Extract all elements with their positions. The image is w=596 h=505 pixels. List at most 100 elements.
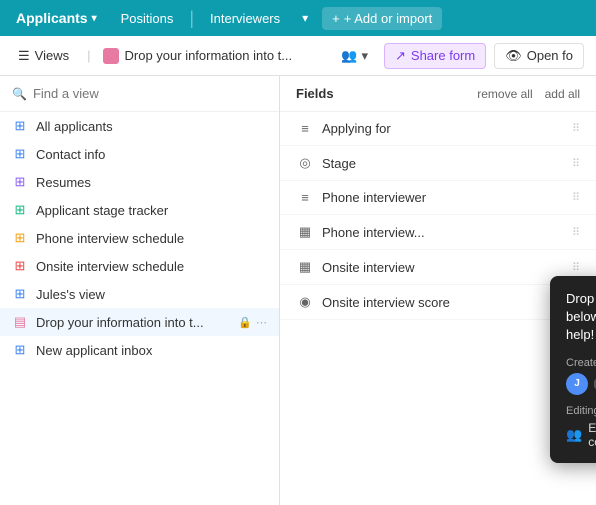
applicants-brand[interactable]: Applicants ▾ <box>8 6 105 30</box>
add-or-import-button[interactable]: + + Add or import <box>322 7 442 30</box>
circle-icon: ◎ <box>296 155 314 171</box>
search-input[interactable] <box>33 86 267 101</box>
field-label: Phone interview... <box>322 225 564 240</box>
sidebar-item-new-applicant-inbox[interactable]: ⊞ New applicant inbox <box>0 336 279 364</box>
sidebar-item-label: Jules's view <box>36 287 267 302</box>
field-label: Stage <box>322 156 564 171</box>
brand-chevron: ▾ <box>92 13 97 24</box>
sidebar-item-label: Onsite interview schedule <box>36 259 267 274</box>
sidebar-item-label: Applicant stage tracker <box>36 203 267 218</box>
sidebar-item-drop-info[interactable]: ▤ Drop your information into t... 🔒 ⋯ <box>0 308 279 336</box>
grid-icon: ⊞ <box>12 118 28 134</box>
views-label: Views <box>35 48 69 63</box>
grid-icon: ⊞ <box>12 202 28 218</box>
views-button[interactable]: ☰ Views <box>12 44 75 68</box>
share-icon: ↗ <box>395 48 406 64</box>
table-icon: ▦ <box>296 259 314 275</box>
list-icon: ≡ <box>296 121 314 136</box>
field-label: Onsite interview score <box>322 295 564 310</box>
sidebar-item-label: New applicant inbox <box>36 343 267 358</box>
sidebar: 🔍 ⊞ All applicants ⊞ Contact info ⊞ Resu… <box>0 76 280 505</box>
nav-tab-positions[interactable]: Positions <box>109 7 186 30</box>
nav-divider: | <box>189 8 194 29</box>
grid-icon: ⊞ <box>12 230 28 246</box>
nav-tab-interviewers[interactable]: Interviewers <box>198 7 292 30</box>
grid-icon: ⊞ <box>12 286 28 302</box>
drag-handle-icon[interactable]: ⠿ <box>572 191 580 204</box>
view-form-icon <box>103 48 119 64</box>
fields-header: Fields remove all add all <box>280 76 596 112</box>
field-label: Applying for <box>322 121 564 136</box>
people-icon: 👥 <box>566 427 582 443</box>
sidebar-item-applicant-stage-tracker[interactable]: ⊞ Applicant stage tracker <box>0 196 279 224</box>
collaborators-button[interactable]: 👥 ▾ <box>333 44 376 68</box>
main-layout: 🔍 ⊞ All applicants ⊞ Contact info ⊞ Resu… <box>0 76 596 505</box>
sidebar-item-label: Resumes <box>36 175 267 190</box>
sidebar-item-phone-interview-schedule[interactable]: ⊞ Phone interview schedule <box>0 224 279 252</box>
open-form-label: Open fo <box>527 48 573 63</box>
tooltip-editing-row: 👥 Everyone can edit the view configurati… <box>566 421 596 449</box>
eye-icon: 👁 <box>505 48 522 64</box>
user-avatar: J <box>566 373 588 395</box>
add-all-button[interactable]: add all <box>545 87 580 101</box>
toolbar-divider: | <box>87 48 90 63</box>
grid-icon: ⊞ <box>12 342 28 358</box>
drag-handle-icon[interactable]: ⠿ <box>572 261 580 274</box>
tooltip-popup: Drop your information into the form belo… <box>550 276 596 463</box>
share-form-label: Share form <box>411 48 475 63</box>
editing-label: Editing <box>566 405 596 417</box>
field-row-onsite-score: ◉ Onsite interview score ⠿ <box>280 285 596 320</box>
sidebar-item-contact-info[interactable]: ⊞ Contact info <box>0 140 279 168</box>
sidebar-search-area: 🔍 <box>0 76 279 112</box>
nav-more-dropdown[interactable]: ▾ <box>296 7 314 29</box>
sidebar-item-label: Phone interview schedule <box>36 231 267 246</box>
sidebar-item-label: All applicants <box>36 119 267 134</box>
circle-dot-icon: ◉ <box>296 294 314 310</box>
tooltip-editing-text: Everyone can edit the view configuration… <box>588 421 596 449</box>
plus-icon: + <box>332 11 340 26</box>
field-label: Onsite interview <box>322 260 564 275</box>
remove-all-button[interactable]: remove all <box>477 87 532 101</box>
open-form-button[interactable]: 👁 Open fo <box>494 43 584 69</box>
drag-handle-icon[interactable]: ⠿ <box>572 122 580 135</box>
sidebar-item-all-applicants[interactable]: ⊞ All applicants <box>0 112 279 140</box>
brand-label: Applicants <box>16 10 88 26</box>
field-label: Phone interviewer <box>322 190 564 205</box>
drag-handle-icon[interactable]: ⠿ <box>572 157 580 170</box>
fields-title: Fields <box>296 86 477 101</box>
field-row-applying-for: ≡ Applying for ⠿ <box>280 112 596 146</box>
field-row-stage: ◎ Stage ⠿ <box>280 146 596 181</box>
sidebar-item-jules-view[interactable]: ⊞ Jules's view <box>0 280 279 308</box>
sidebar-item-onsite-interview-schedule[interactable]: ⊞ Onsite interview schedule <box>0 252 279 280</box>
sidebar-item-resumes[interactable]: ⊞ Resumes <box>0 168 279 196</box>
created-by-label: Created by <box>566 357 596 369</box>
share-form-button[interactable]: ↗ Share form <box>384 43 486 69</box>
tooltip-title: Drop your information into the form belo… <box>566 290 596 345</box>
tooltip-user-row: J <box>566 373 596 395</box>
search-icon: 🔍 <box>12 87 27 101</box>
more-icon[interactable]: ⋯ <box>256 316 267 329</box>
grid-icon: ⊞ <box>12 174 28 190</box>
item-action-icons: 🔒 ⋯ <box>238 316 267 329</box>
table-icon: ▦ <box>296 224 314 240</box>
form-icon: ▤ <box>12 314 28 330</box>
current-view-name: Drop your information into t... <box>125 48 293 63</box>
drag-handle-icon[interactable]: ⠿ <box>572 226 580 239</box>
field-row-phone-interview: ▦ Phone interview... ⠿ <box>280 215 596 250</box>
toolbar: ☰ Views | Drop your information into t..… <box>0 36 596 76</box>
list-icon: ≡ <box>296 190 314 205</box>
grid-icon: ⊞ <box>12 146 28 162</box>
lock-icon: 🔒 <box>238 316 252 329</box>
people-icon: 👥 <box>341 48 357 64</box>
chevron-down-icon: ▾ <box>361 48 368 64</box>
view-name-area: Drop your information into t... <box>103 48 326 64</box>
top-navigation: Applicants ▾ Positions | Interviewers ▾ … <box>0 0 596 36</box>
field-row-phone-interviewer: ≡ Phone interviewer ⠿ <box>280 181 596 215</box>
add-import-label: + Add or import <box>344 11 433 26</box>
content-area: Fields remove all add all ≡ Applying for… <box>280 76 596 505</box>
sidebar-item-label: Contact info <box>36 147 267 162</box>
field-row-onsite-interview: ▦ Onsite interview ⠿ <box>280 250 596 285</box>
fields-actions: remove all add all <box>477 87 580 101</box>
grid-icon: ⊞ <box>12 258 28 274</box>
hamburger-icon: ☰ <box>18 48 30 64</box>
